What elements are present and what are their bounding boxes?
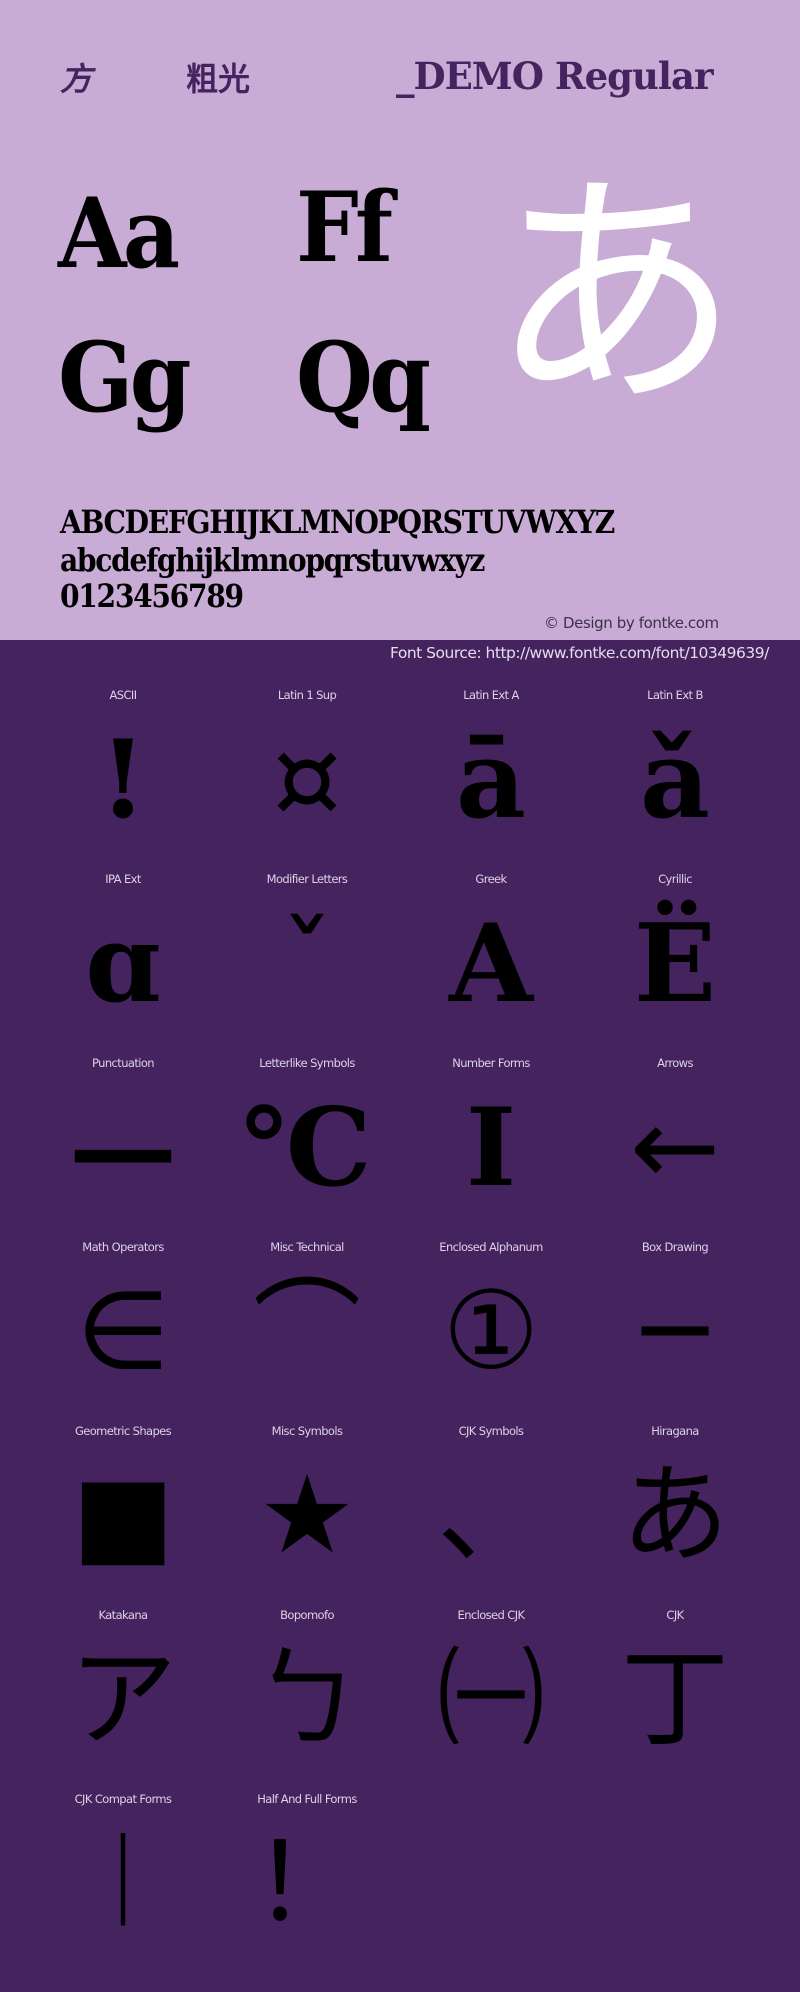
unicode-block-label: Arrows (657, 1056, 693, 1070)
unicode-block-sample-glyph: ㈠ (436, 1637, 545, 1762)
sample-pair-ff: Ff (296, 171, 393, 284)
unicode-block-cell: ASCII! (31, 670, 215, 854)
unicode-block-cell: Greek Α (399, 854, 583, 1038)
unicode-block-label: Bopomofo (280, 1608, 334, 1622)
unicode-block-sample-glyph: ! (99, 717, 147, 843)
unicode-block-sample-glyph: ā (456, 717, 526, 843)
unicode-block-cell: Number Forms Ⅰ (399, 1038, 583, 1222)
lowercase-alphabet: abcdefghijklmnopqrstuvwxyz (60, 541, 485, 579)
unicode-block-cell: Letterlike Symbols ℃ (215, 1038, 399, 1222)
unicode-block-sample-glyph: Α (449, 901, 533, 1027)
unicode-block-cell: Latin Ext B ǎ (583, 670, 767, 854)
unicode-block-label: Latin Ext B (647, 688, 703, 702)
font-source-link[interactable]: Font Source: http://www.fontke.com/font/… (390, 644, 769, 662)
unicode-block-cell: Katakana ア (31, 1590, 215, 1774)
unicode-block-cell: Latin Ext A ā (399, 670, 583, 854)
unicode-block-cell: Punctuation — (31, 1038, 215, 1222)
unicode-block-sample-glyph: ㄅ (252, 1637, 361, 1762)
unicode-block-sample-glyph: ← (629, 1085, 721, 1210)
unicode-block-sample-glyph: ˇ (280, 901, 334, 1026)
unicode-block-sample-glyph: — (69, 1085, 177, 1211)
unicode-block-cell: Arrows ← (583, 1038, 767, 1222)
unicode-block-sample-glyph: ★ (258, 1453, 356, 1578)
unicode-block-cell: Half And Full Forms ！ (215, 1774, 399, 1958)
unicode-block-cell: CJK 丁 (583, 1590, 767, 1774)
sample-pair-qq: Qq (296, 321, 431, 434)
font-title-cjk-part2: 粗光 (186, 60, 251, 98)
unicode-block-label: Misc Technical (270, 1240, 344, 1254)
unicode-block-sample-glyph: 丁 (620, 1637, 729, 1762)
unicode-block-label: Latin 1 Sup (277, 688, 337, 702)
unicode-block-sample-glyph: ⌒ (252, 1269, 361, 1394)
unicode-block-cell: Geometric Shapes ■ (31, 1406, 215, 1590)
unicode-block-cell: Misc Technical ⌒ (215, 1222, 399, 1406)
sample-pair-aa: Aa (58, 177, 180, 290)
unicode-block-label: Number Forms (452, 1056, 530, 1070)
unicode-block-label: Katakana (98, 1608, 149, 1622)
unicode-block-label: Greek (475, 872, 507, 886)
unicode-block-sample-glyph: ︱ (68, 1821, 177, 1946)
unicode-block-label: Punctuation (92, 1056, 155, 1070)
unicode-block-sample-glyph: ℃ (242, 1085, 372, 1211)
font-title-latin: _DEMO Regular (396, 54, 713, 98)
unicode-block-label: Half And Full Forms (257, 1792, 357, 1806)
unicode-block-label: Math Operators (82, 1240, 164, 1254)
unicode-block-cell: Bopomofo ㄅ (215, 1590, 399, 1774)
unicode-block-label: Geometric Shapes (74, 1424, 172, 1438)
design-credit: © Design by fontke.com (544, 614, 719, 632)
font-preview-header: 方 粗光 _DEMO Regular Aa Ff Gg Qq あ ABCDEFG… (0, 0, 800, 640)
unicode-block-sample-glyph: 、 (436, 1453, 545, 1578)
sample-pair-gg: Gg (58, 321, 192, 434)
unicode-block-cell: Latin 1 Sup ¤ (215, 670, 399, 854)
unicode-block-sample-glyph: ア (68, 1637, 177, 1762)
unicode-block-label: CJK (666, 1608, 684, 1622)
unicode-block-sample-glyph: ∈ (75, 1269, 171, 1394)
unicode-block-label: ASCII (109, 688, 138, 702)
font-title: 方 粗光 _DEMO Regular (0, 54, 800, 104)
unicode-block-label: Latin Ext A (463, 688, 519, 702)
unicode-block-label: CJK Symbols (458, 1424, 524, 1438)
unicode-block-label: Enclosed CJK (457, 1608, 526, 1622)
digits: 0123456789 (60, 577, 244, 615)
unicode-block-sample-glyph: Ⅰ (465, 1085, 517, 1211)
unicode-block-label: Modifier Letters (266, 872, 348, 886)
unicode-block-sample-glyph: ¤ (272, 717, 342, 842)
unicode-block-cell: Enclosed Alphanum ① (399, 1222, 583, 1406)
unicode-block-label: Enclosed Alphanum (439, 1240, 543, 1254)
unicode-block-cell: CJK Symbols 、 (399, 1406, 583, 1590)
unicode-block-label: IPA Ext (105, 872, 141, 886)
unicode-block-cell: Math Operators ∈ (31, 1222, 215, 1406)
unicode-block-cell: Enclosed CJK ㈠ (399, 1590, 583, 1774)
unicode-block-sample-glyph: ■ (71, 1453, 175, 1578)
unicode-block-cell: Hiragana あ (583, 1406, 767, 1590)
unicode-block-cell: Modifier Letters ˇ (215, 854, 399, 1038)
unicode-block-sample-glyph: ─ (642, 1269, 708, 1394)
unicode-block-label: CJK Compat Forms (74, 1792, 172, 1806)
unicode-block-label: Box Drawing (641, 1240, 709, 1254)
unicode-block-label: Hiragana (651, 1424, 699, 1438)
unicode-block-sample-glyph: ① (442, 1269, 540, 1394)
uppercase-alphabet: ABCDEFGHIJKLMNOPQRSTUVWXYZ (60, 503, 615, 541)
unicode-block-cell: Misc Symbols ★ (215, 1406, 399, 1590)
unicode-block-label: Misc Symbols (271, 1424, 343, 1438)
unicode-block-cell: Cyrillic Ё (583, 854, 767, 1038)
unicode-block-label: Letterlike Symbols (259, 1056, 355, 1070)
unicode-block-cell: CJK Compat Forms ︱ (31, 1774, 215, 1958)
unicode-block-sample-glyph: Ё (633, 901, 717, 1027)
unicode-block-sample-glyph: ǎ (640, 717, 710, 843)
unicode-block-label: Cyrillic (658, 872, 692, 886)
font-title-cjk-part1: 方 (60, 60, 93, 98)
unicode-block-sample-glyph: ɑ (85, 901, 161, 1027)
unicode-block-sample-glyph: ！ (252, 1821, 361, 1946)
unicode-block-sample-glyph: あ (620, 1453, 729, 1578)
unicode-block-cell: IPA Ext ɑ (31, 854, 215, 1038)
hero-hiragana-glyph: あ (490, 149, 740, 440)
unicode-block-cell: Box Drawing ─ (583, 1222, 767, 1406)
